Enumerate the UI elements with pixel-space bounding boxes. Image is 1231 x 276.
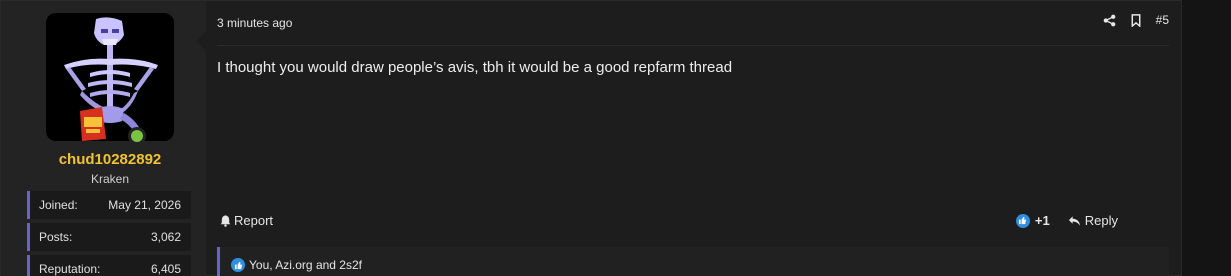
- report-button[interactable]: Report: [219, 213, 273, 228]
- reaction-score[interactable]: +1: [1015, 213, 1050, 228]
- stat-label: Reputation:: [39, 262, 101, 276]
- post-number[interactable]: #5: [1156, 13, 1169, 27]
- report-label: Report: [234, 213, 274, 228]
- stat-value: May 21, 2026: [108, 198, 181, 212]
- post-footer-actions: +1 Reply: [1015, 213, 1118, 228]
- online-indicator: [128, 127, 146, 145]
- username[interactable]: chud10282892: [1, 151, 219, 168]
- stat-label: Posts:: [39, 230, 73, 244]
- post-header-actions: #5: [1103, 13, 1169, 27]
- user-title: Kraken: [90, 172, 130, 186]
- share-icon[interactable]: [1103, 14, 1116, 27]
- stat-value: 6,405: [150, 262, 181, 276]
- reply-label: Reply: [1084, 213, 1118, 228]
- avatar[interactable]: [46, 13, 174, 141]
- like-icon: [231, 258, 245, 272]
- reactions-text[interactable]: You, Azi.org and 2s2f: [249, 258, 362, 272]
- reactions-bar[interactable]: You, Azi.org and 2s2f: [217, 247, 1169, 276]
- post-container: chud10282892 Kraken Joined: May 21, 2026…: [0, 0, 1182, 276]
- stat-joined: Joined: May 21, 2026: [27, 191, 191, 219]
- reply-icon: [1068, 215, 1081, 227]
- user-sidebar: chud10282892 Kraken Joined: May 21, 2026…: [1, 1, 206, 276]
- post-time[interactable]: 3 minutes ago: [217, 16, 292, 30]
- score-value: +1: [1034, 213, 1050, 228]
- stat-posts: Posts: 3,062: [27, 223, 191, 251]
- stat-reputation: Reputation: 6,405: [27, 255, 191, 276]
- like-icon: [1015, 213, 1030, 228]
- stat-value: 3,062: [150, 230, 181, 244]
- reply-button[interactable]: Reply: [1068, 213, 1118, 228]
- post-arrow: [196, 31, 206, 51]
- stat-label: Joined:: [39, 198, 78, 212]
- post-content: I thought you would draw people’s avis, …: [217, 59, 733, 76]
- avatar-image: [46, 13, 174, 141]
- header-divider: [217, 45, 1169, 46]
- report-icon: [219, 214, 232, 227]
- bookmark-icon[interactable]: [1130, 13, 1142, 27]
